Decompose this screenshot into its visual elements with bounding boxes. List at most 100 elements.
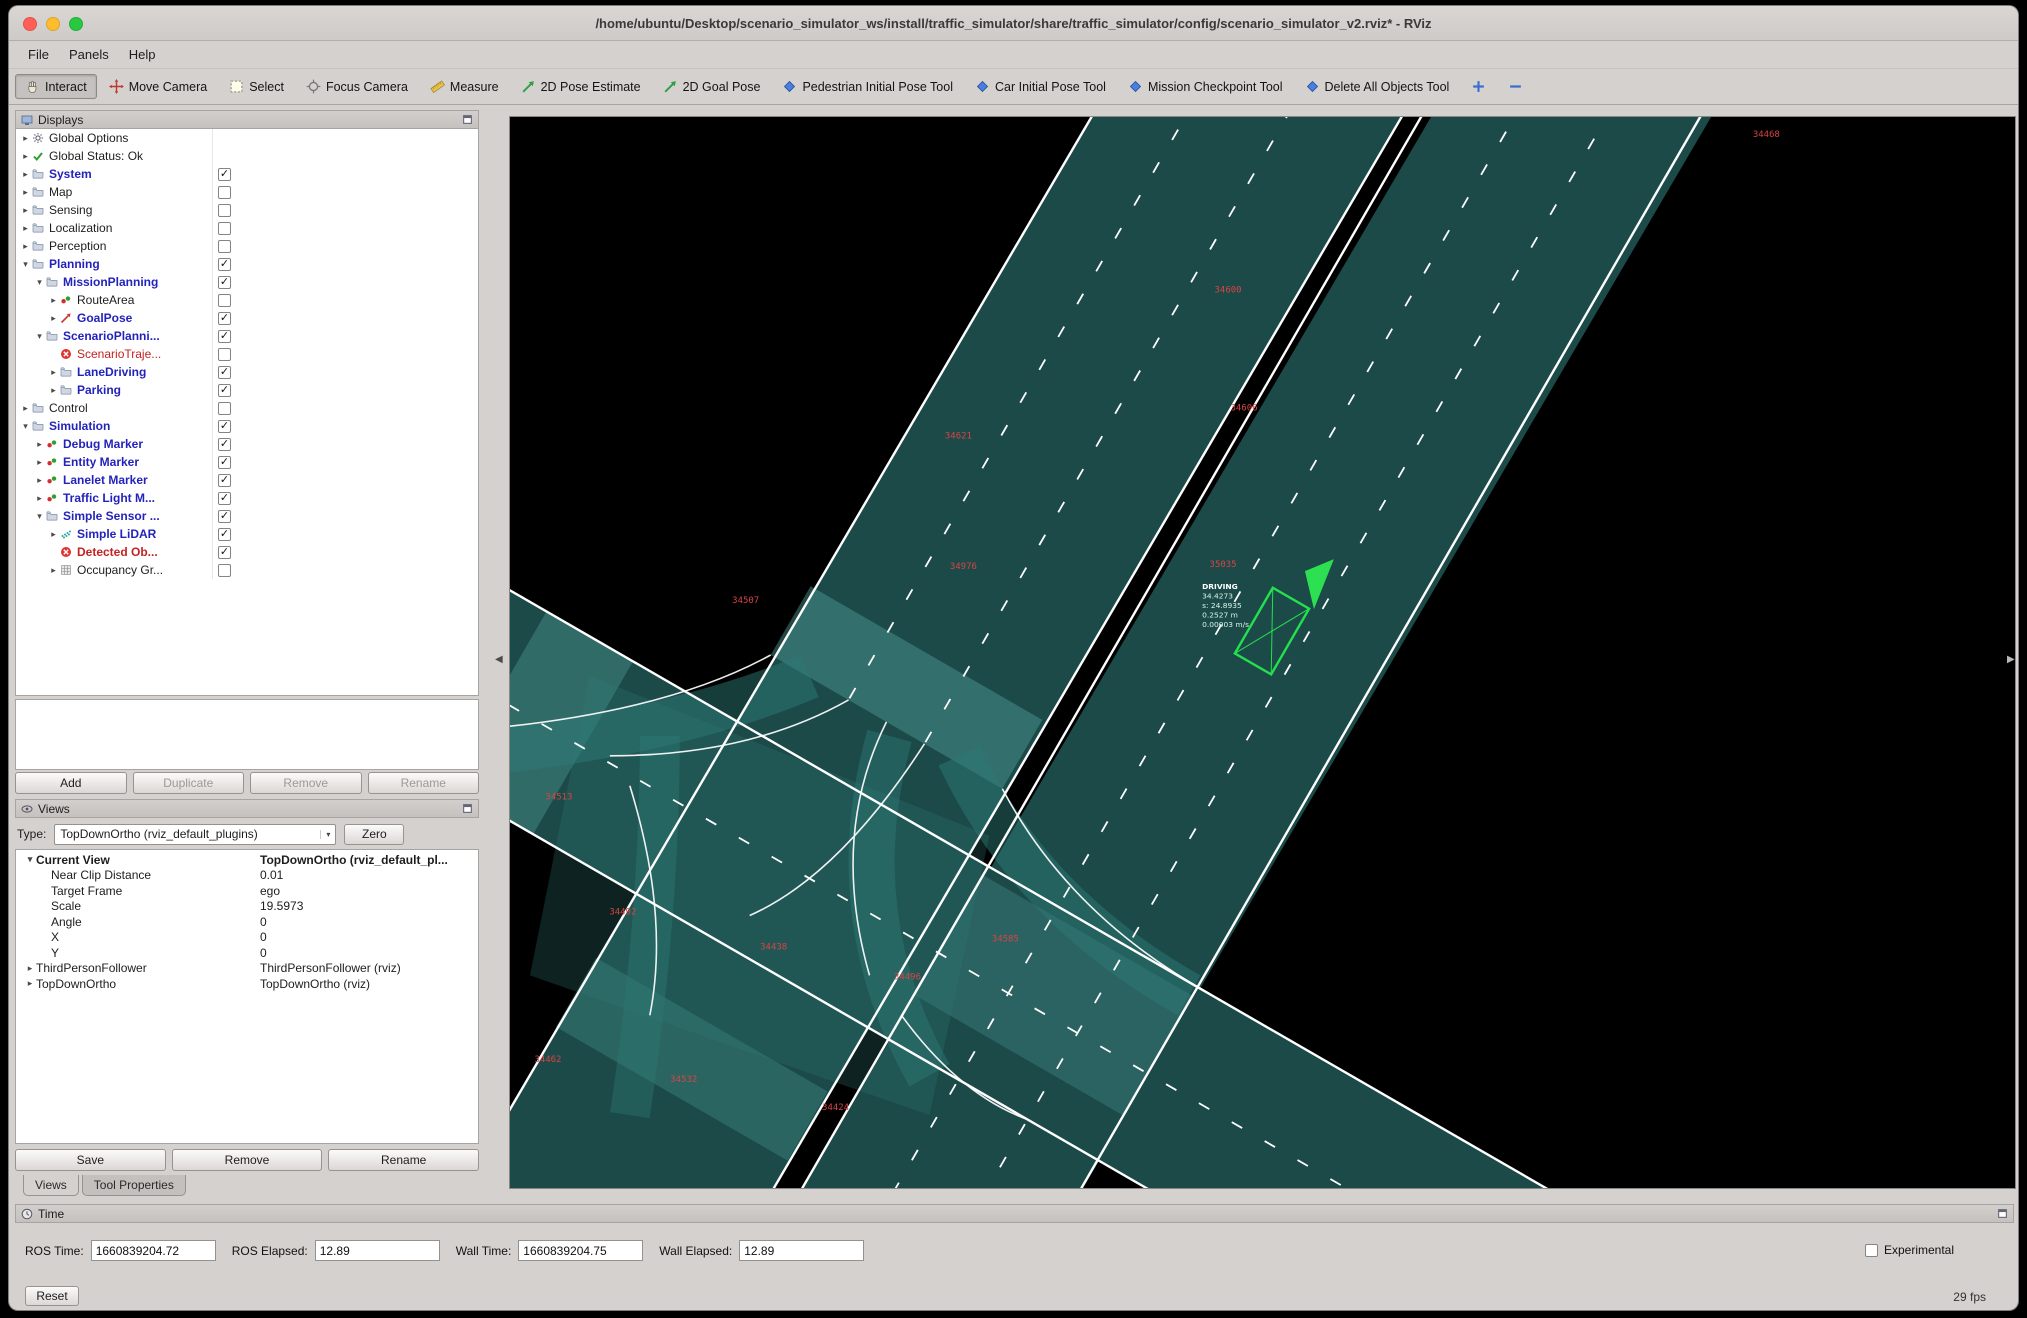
menu-file[interactable]: File — [19, 44, 58, 65]
visibility-checkbox[interactable]: ✓ — [218, 419, 231, 433]
expander-icon[interactable]: ▸ — [20, 133, 31, 144]
tool-move-camera[interactable]: Move Camera — [99, 74, 218, 99]
display-item-planning[interactable]: ▾ Planning ✓ — [16, 255, 478, 273]
add-button[interactable]: Add — [15, 772, 127, 794]
display-item-sensing[interactable]: ▸ Sensing — [16, 201, 478, 219]
expander-icon[interactable]: ▸ — [20, 169, 31, 180]
view-property-x[interactable]: X0 — [16, 930, 478, 946]
tool-plus[interactable] — [1461, 74, 1496, 99]
expander-icon[interactable]: ▸ — [24, 978, 36, 989]
view-property-target-frame[interactable]: Target Frame ego — [16, 883, 478, 899]
expander-icon[interactable]: ▸ — [48, 565, 59, 576]
tool-pedestrian-initial-pose-tool[interactable]: Pedestrian Initial Pose Tool — [772, 74, 963, 99]
wall-time-input[interactable] — [518, 1240, 644, 1261]
expander-icon[interactable]: ▸ — [34, 493, 45, 504]
display-item-routearea[interactable]: ▸ RouteArea — [16, 291, 478, 309]
tool-car-initial-pose-tool[interactable]: Car Initial Pose Tool — [965, 74, 1116, 99]
expander-icon[interactable]: ▾ — [20, 421, 31, 432]
display-item-scenarioplanni[interactable]: ▾ ScenarioPlanni... ✓ — [16, 327, 478, 345]
view-type-select[interactable]: TopDownOrtho (rviz_default_plugins) ▾ — [54, 823, 337, 845]
expander-icon[interactable]: ▸ — [48, 367, 59, 378]
expander-icon[interactable]: ▸ — [20, 223, 31, 234]
tool-2d-pose-estimate[interactable]: 2D Pose Estimate — [511, 74, 651, 99]
visibility-checkbox[interactable] — [218, 563, 231, 577]
expander-icon[interactable]: ▸ — [48, 529, 59, 540]
visibility-checkbox[interactable]: ✓ — [218, 383, 231, 397]
visibility-checkbox[interactable] — [218, 185, 231, 199]
expander-icon[interactable]: ▸ — [48, 385, 59, 396]
visibility-checkbox[interactable]: ✓ — [218, 455, 231, 469]
view-property-topdownortho[interactable]: ▸ TopDownOrtho TopDownOrtho (rviz) — [16, 976, 478, 992]
expander-icon[interactable]: ▾ — [34, 511, 45, 522]
display-item-missionplanning[interactable]: ▾ MissionPlanning ✓ — [16, 273, 478, 291]
view-property-angle[interactable]: Angle 0 — [16, 914, 478, 930]
visibility-checkbox[interactable]: ✓ — [218, 437, 231, 451]
display-item-global-options[interactable]: ▸ Global Options — [16, 129, 478, 147]
expander-icon[interactable]: ▾ — [20, 259, 31, 270]
visibility-checkbox[interactable] — [218, 221, 231, 235]
visibility-checkbox[interactable]: ✓ — [218, 365, 231, 379]
views-panel-header[interactable]: Views — [15, 799, 479, 818]
views-save-button[interactable]: Save — [15, 1149, 166, 1171]
displays-panel-header[interactable]: Displays — [15, 110, 479, 129]
expander-icon[interactable]: ▸ — [20, 241, 31, 252]
expander-icon[interactable]: ▸ — [34, 475, 45, 486]
tool-interact[interactable]: Interact — [15, 74, 97, 99]
reset-button[interactable]: Reset — [25, 1286, 79, 1306]
visibility-checkbox[interactable]: ✓ — [218, 329, 231, 343]
expander-icon[interactable]: ▾ — [34, 331, 45, 342]
expander-icon[interactable]: ▸ — [20, 151, 31, 162]
view-property-near-clip-distance[interactable]: Near Clip Distance 0.01 — [16, 868, 478, 884]
rename-button[interactable]: Rename — [367, 772, 479, 794]
splitter-collapse-right-icon[interactable]: ▶ — [2007, 654, 2015, 665]
visibility-checkbox[interactable]: ✓ — [218, 491, 231, 505]
display-item-goalpose[interactable]: ▸ GoalPose ✓ — [16, 309, 478, 327]
tool-mission-checkpoint-tool[interactable]: Mission Checkpoint Tool — [1118, 74, 1293, 99]
tool-measure[interactable]: Measure — [420, 74, 509, 99]
expander-icon[interactable]: ▸ — [20, 205, 31, 216]
ros-time-input[interactable] — [90, 1240, 216, 1261]
display-item-global-status-ok[interactable]: ▸ Global Status: Ok — [16, 147, 478, 165]
expander-icon[interactable]: ▸ — [20, 187, 31, 198]
ros-elapsed-input[interactable] — [314, 1240, 440, 1261]
undock-icon[interactable] — [462, 803, 473, 814]
views-rename-button[interactable]: Rename — [328, 1149, 480, 1171]
tool-2d-goal-pose[interactable]: 2D Goal Pose — [653, 74, 771, 99]
undock-icon[interactable] — [462, 114, 473, 125]
display-item-detected-ob[interactable]: Detected Ob... ✓ — [16, 543, 478, 561]
display-item-control[interactable]: ▸ Control — [16, 399, 478, 417]
display-item-traffic-light-m[interactable]: ▸ Traffic Light M... ✓ — [16, 489, 478, 507]
display-item-simple-lidar[interactable]: ▸ Simple LiDAR ✓ — [16, 525, 478, 543]
visibility-checkbox[interactable]: ✓ — [218, 545, 231, 559]
expander-icon[interactable]: ▾ — [24, 854, 36, 865]
expander-icon[interactable]: ▸ — [34, 439, 45, 450]
expander-icon[interactable]: ▾ — [34, 277, 45, 288]
display-item-perception[interactable]: ▸ Perception — [16, 237, 478, 255]
tool-minus[interactable] — [1498, 74, 1533, 99]
visibility-checkbox[interactable] — [218, 293, 231, 307]
visibility-checkbox[interactable] — [218, 347, 231, 361]
expander-icon[interactable]: ▸ — [20, 403, 31, 414]
display-item-localization[interactable]: ▸ Localization — [16, 219, 478, 237]
visibility-checkbox[interactable] — [218, 203, 231, 217]
visibility-checkbox[interactable]: ✓ — [218, 509, 231, 523]
display-item-scenariotraje[interactable]: ScenarioTraje... — [16, 345, 478, 363]
display-item-entity-marker[interactable]: ▸ Entity Marker ✓ — [16, 453, 478, 471]
undock-icon[interactable] — [1997, 1208, 2008, 1219]
display-item-system[interactable]: ▸ System ✓ — [16, 165, 478, 183]
visibility-checkbox[interactable] — [218, 239, 231, 253]
view-property-y[interactable]: Y0 — [16, 945, 478, 961]
duplicate-button[interactable]: Duplicate — [132, 772, 244, 794]
close-button[interactable] — [23, 17, 37, 31]
visibility-checkbox[interactable] — [218, 401, 231, 415]
tool-delete-all-objects-tool[interactable]: Delete All Objects Tool — [1295, 74, 1460, 99]
expander-icon[interactable]: ▸ — [48, 295, 59, 306]
time-panel-header[interactable]: Time — [15, 1204, 2014, 1223]
expander-icon[interactable]: ▸ — [48, 313, 59, 324]
menu-help[interactable]: Help — [120, 44, 165, 65]
visibility-checkbox[interactable]: ✓ — [218, 275, 231, 289]
display-item-lanedriving[interactable]: ▸ LaneDriving ✓ — [16, 363, 478, 381]
display-item-map[interactable]: ▸ Map — [16, 183, 478, 201]
3d-viewport[interactable]: 34468 34600 34606 34621 35035 34976 34507 34513… — [509, 116, 2016, 1189]
minimize-button[interactable] — [46, 17, 60, 31]
